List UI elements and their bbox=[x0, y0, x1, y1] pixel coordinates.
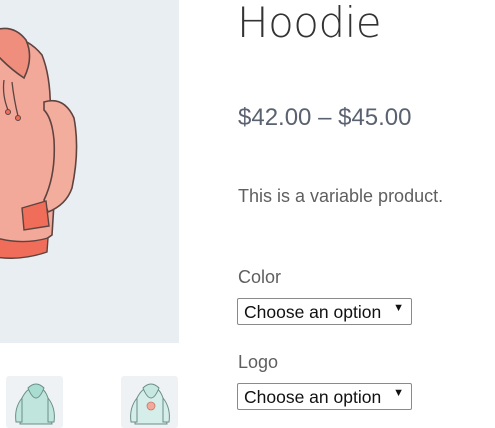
product-thumbnail-1[interactable] bbox=[6, 376, 63, 428]
logo-select-value: Choose an option bbox=[244, 387, 382, 407]
dropdown-arrow-icon: ▼ bbox=[393, 302, 404, 314]
hoodie-logo-thumbnail-illustration bbox=[130, 383, 170, 425]
dropdown-arrow-icon: ▼ bbox=[393, 387, 404, 399]
product-title: Hoodie bbox=[237, 0, 382, 47]
color-select[interactable]: Choose an option ▼ bbox=[237, 298, 412, 325]
color-select-value: Choose an option bbox=[244, 302, 382, 322]
product-short-description: This is a variable product. bbox=[238, 186, 444, 206]
logo-label: Logo bbox=[238, 352, 279, 372]
product-price-range: $42.00 – $45.00 bbox=[238, 104, 412, 131]
product-main-image[interactable] bbox=[0, 0, 179, 343]
color-label: Color bbox=[238, 267, 282, 287]
logo-select[interactable]: Choose an option ▼ bbox=[237, 383, 412, 410]
hoodie-illustration bbox=[0, 27, 78, 259]
product-thumbnail-2[interactable] bbox=[121, 376, 178, 428]
hoodie-thumbnail-illustration bbox=[15, 383, 55, 425]
